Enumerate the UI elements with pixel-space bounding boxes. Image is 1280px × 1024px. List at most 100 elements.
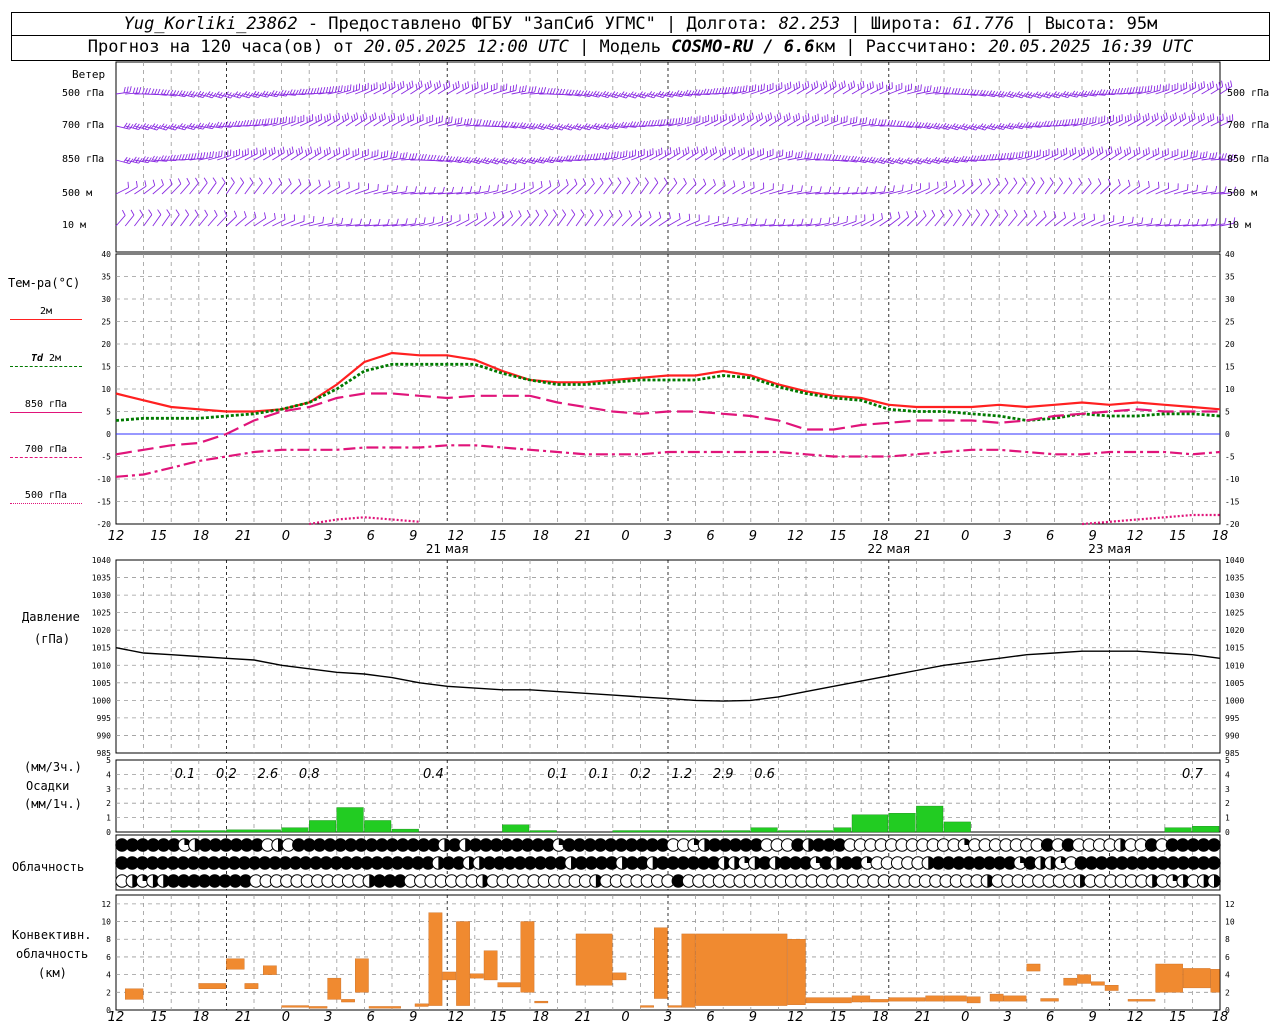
wind-barb	[124, 214, 135, 227]
wind-barb-flag	[681, 117, 684, 124]
wind-barb-flag	[405, 152, 408, 159]
wind-barb-flag	[203, 152, 206, 159]
wind-barb-flag	[1096, 149, 1099, 156]
wind-barb-flag	[147, 87, 151, 94]
wind-barb-flag	[791, 184, 794, 191]
wind-barb-flag	[1198, 84, 1200, 91]
wind-barb-flag	[250, 150, 253, 157]
wind-barb-flag	[684, 148, 687, 155]
wind-barb-flag	[810, 185, 813, 192]
wind-barb-flag	[1127, 114, 1130, 122]
wind-barb-flag	[221, 177, 226, 183]
wind-barb-flag	[129, 86, 132, 93]
wind-barb-flag	[305, 149, 308, 156]
wind-barb-flag	[816, 80, 819, 87]
wind-barb-flag	[1138, 86, 1141, 93]
wind-barb-flag	[521, 85, 524, 92]
wind-barb-flag	[1009, 152, 1012, 159]
wind-barb-flag	[690, 116, 692, 123]
time-tick-label: 12	[787, 529, 804, 544]
wind-barb-flag	[537, 156, 542, 163]
wind-barb-flag	[850, 117, 852, 124]
bottom-time-label: 18	[1212, 1010, 1229, 1024]
wind-barb-flag	[1205, 218, 1209, 225]
wind-barb-flag	[1003, 153, 1007, 160]
wind-barb	[621, 182, 631, 195]
wind-barb-flag	[1124, 116, 1127, 123]
precip-3h-label: 0.6	[754, 767, 775, 782]
wind-barb-flag	[351, 115, 354, 122]
wind-barb	[318, 185, 331, 195]
time-tick-label: 0	[282, 529, 290, 544]
legend-500-line	[10, 503, 82, 504]
wind-barb-flag	[396, 151, 398, 158]
temp-ytick: 35	[1225, 273, 1235, 282]
wind-barb-flag	[561, 88, 566, 95]
wind-barb-flag	[954, 88, 958, 94]
wind-barb-flag	[720, 116, 722, 123]
wind-barb-flag	[1129, 146, 1132, 153]
wind-barb-flag	[893, 120, 897, 126]
conv-bar	[1090, 981, 1105, 986]
wind-barb-flag	[467, 213, 470, 220]
pressure-ytick: 1005	[1225, 679, 1244, 688]
wind-barb-flag	[819, 186, 822, 193]
cloud-symbol	[1207, 838, 1221, 852]
wind-barb-flag	[595, 153, 599, 160]
wind-barb	[502, 216, 513, 227]
legend-850: 850 гПа	[10, 399, 82, 413]
precip-unit-1h: (мм/1ч.)	[24, 797, 82, 811]
wind-barb-flag	[1031, 177, 1036, 183]
wind-barb-flag	[543, 87, 547, 94]
bottom-time-label: 15	[150, 1010, 167, 1024]
wind-barb	[713, 152, 727, 161]
wind-barb-flag	[734, 113, 736, 120]
wind-barb-flag	[1215, 152, 1218, 159]
wind-barb-flag	[151, 88, 155, 95]
wind-level-left: 700 гПа	[62, 120, 105, 131]
wind-barb	[1063, 182, 1073, 195]
temp-ytick: -5	[101, 453, 111, 462]
wind-barb-flag	[261, 90, 266, 97]
temp-ytick: 35	[101, 273, 111, 282]
wind-barb-flag	[288, 178, 292, 185]
wind-barb-flag	[1022, 177, 1027, 183]
wind-barb-flag	[362, 114, 365, 121]
wind-barb-flag	[484, 212, 487, 219]
wind-barb-flag	[1215, 218, 1218, 225]
wind-barb-flag	[1089, 117, 1091, 124]
wind-barb-flag	[1033, 210, 1037, 217]
wind-barb-flag	[319, 87, 323, 94]
temp-panel-label: Тем-ра(°C)	[8, 276, 81, 290]
precip-3h-label: 0.2	[216, 767, 237, 782]
wind-barb-flag	[635, 177, 640, 183]
wind-barb-flag	[368, 218, 372, 225]
conv-ytick: 2	[106, 988, 111, 997]
wind-barb-flag	[813, 153, 817, 160]
wind-barb-flag	[1194, 81, 1197, 88]
wind-barb-flag	[774, 115, 777, 122]
wind-barb-flag	[601, 90, 607, 97]
wind-barb-flag	[923, 210, 927, 217]
conv-bar	[1210, 969, 1220, 993]
wind-barb-flag	[655, 150, 658, 157]
legend-td-label-a: Td	[30, 353, 43, 364]
wind-barb-flag	[463, 118, 467, 125]
legend-2m-label: 2м	[39, 306, 53, 317]
wind-barb-flag	[914, 85, 917, 92]
wind-barb-flag	[253, 149, 256, 156]
precip-3h-label: 1.2	[671, 767, 692, 782]
wind-barb-flag	[834, 154, 839, 161]
wind-barb-flag	[931, 209, 936, 216]
wind-barb-flag	[837, 186, 841, 193]
wind-barb-flag	[1203, 81, 1206, 88]
wind-barb-flag	[1151, 115, 1154, 122]
wind-barb-flag	[1137, 180, 1141, 187]
wind-barb-flag	[658, 211, 662, 218]
temp-ytick: 20	[1225, 340, 1235, 349]
wind-barb-flag	[1190, 114, 1193, 121]
wind-barb-flag	[166, 209, 171, 215]
time-tick-label: 18	[532, 529, 549, 544]
wind-barb-flag	[203, 177, 208, 184]
wind-barb-flag	[1023, 209, 1028, 216]
